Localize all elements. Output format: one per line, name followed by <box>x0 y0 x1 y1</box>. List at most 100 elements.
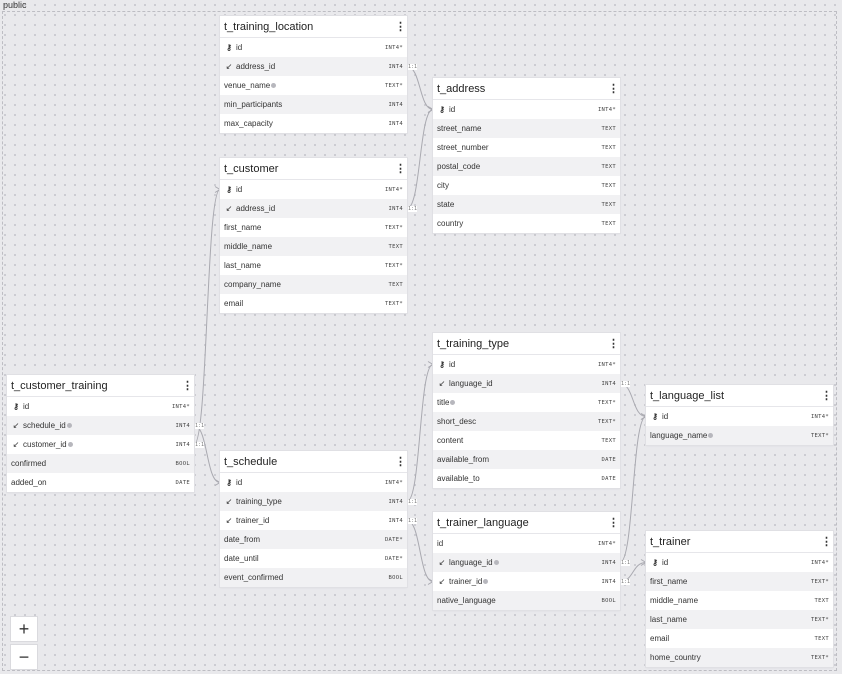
table-header[interactable]: t_language_list ⋮ <box>646 385 833 407</box>
column-row[interactable]: ↙ language_id INT4 <box>433 553 620 572</box>
column-type: TEXT <box>601 201 616 208</box>
column-row[interactable]: confirmed BOOL <box>7 454 194 473</box>
column-row[interactable]: email TEXT* <box>220 294 407 313</box>
kebab-menu-icon[interactable]: ⋮ <box>608 337 619 350</box>
table-t-training-location[interactable]: t_training_location ⋮ ⚷ id INT4* ↙ address_id I… <box>220 16 407 133</box>
column-row[interactable]: added_on DATE <box>7 473 194 492</box>
table-header[interactable]: t_training_location ⋮ <box>220 16 407 38</box>
column-row[interactable]: ↙ language_id INT4 <box>433 374 620 393</box>
table-t-trainer[interactable]: t_trainer ⋮ ⚷ id INT4* first_name TEXT* middle_… <box>646 531 833 667</box>
comment-note-icon[interactable] <box>493 560 499 566</box>
column-name-cell: customer_id <box>23 440 176 449</box>
column-row[interactable]: venue_name TEXT* <box>220 76 407 95</box>
table-header[interactable]: t_training_type ⋮ <box>433 333 620 355</box>
kebab-menu-icon[interactable]: ⋮ <box>395 20 406 33</box>
column-row[interactable]: ↙ schedule_id INT4 <box>7 416 194 435</box>
column-name: short_desc <box>437 417 477 426</box>
key-icon: ⚷ <box>226 478 232 487</box>
column-row[interactable]: ⚷ id INT4* <box>433 355 620 374</box>
column-row[interactable]: title TEXT* <box>433 393 620 412</box>
column-row[interactable]: min_participants INT4 <box>220 95 407 114</box>
table-header[interactable]: t_customer_training ⋮ <box>7 375 194 397</box>
column-row[interactable]: available_to DATE <box>433 469 620 488</box>
comment-note-icon[interactable] <box>67 442 73 448</box>
column-name-cell: language_id <box>449 379 602 388</box>
column-row[interactable]: last_name TEXT* <box>220 256 407 275</box>
table-t-customer-training[interactable]: t_customer_training ⋮ ⚷ id INT4* ↙ schedule_id… <box>7 375 194 492</box>
table-header[interactable]: t_trainer_language ⋮ <box>433 512 620 534</box>
column-row[interactable]: city TEXT <box>433 176 620 195</box>
column-row[interactable]: home_country TEXT* <box>646 648 833 667</box>
column-row[interactable]: ⚷ id INT4* <box>433 100 620 119</box>
column-row[interactable]: short_desc TEXT* <box>433 412 620 431</box>
column-row[interactable]: ↙ trainer_id INT4 <box>220 511 407 530</box>
kebab-menu-icon[interactable]: ⋮ <box>395 455 406 468</box>
table-t-schedule[interactable]: t_schedule ⋮ ⚷ id INT4* ↙ training_type INT4 ↙ tr… <box>220 451 407 587</box>
table-t-training-type[interactable]: t_training_type ⋮ ⚷ id INT4* ↙ language_id INT4… <box>433 333 620 488</box>
column-row[interactable]: ⚷ id INT4* <box>646 407 833 426</box>
column-name-cell: date_until <box>224 554 385 563</box>
foreign-key-arrow-icon: ↙ <box>225 497 233 506</box>
column-row[interactable]: ⚷ id INT4* <box>220 473 407 492</box>
comment-note-icon[interactable] <box>450 400 456 406</box>
column-row[interactable]: last_name TEXT* <box>646 610 833 629</box>
zoom-in-button[interactable]: + <box>10 616 38 642</box>
table-header[interactable]: t_address ⋮ <box>433 78 620 100</box>
table-header[interactable]: t_schedule ⋮ <box>220 451 407 473</box>
column-row[interactable]: ↙ address_id INT4 <box>220 199 407 218</box>
column-row[interactable]: language_name TEXT* <box>646 426 833 445</box>
column-row[interactable]: street_name TEXT <box>433 119 620 138</box>
table-header[interactable]: t_customer ⋮ <box>220 158 407 180</box>
column-row[interactable]: middle_name TEXT <box>220 237 407 256</box>
column-name: middle_name <box>650 596 699 605</box>
table-name: t_schedule <box>224 455 278 468</box>
table-header[interactable]: t_trainer ⋮ <box>646 531 833 553</box>
table-t-customer[interactable]: t_customer ⋮ ⚷ id INT4* ↙ address_id INT4 first_… <box>220 158 407 313</box>
column-row[interactable]: ↙ trainer_id INT4 <box>433 572 620 591</box>
column-row[interactable]: first_name TEXT* <box>646 572 833 591</box>
kebab-menu-icon[interactable]: ⋮ <box>821 535 832 548</box>
column-row[interactable]: email TEXT <box>646 629 833 648</box>
zoom-out-button[interactable]: − <box>10 644 38 670</box>
column-row[interactable]: postal_code TEXT <box>433 157 620 176</box>
column-name: city <box>437 181 449 190</box>
column-row[interactable]: state TEXT <box>433 195 620 214</box>
column-row[interactable]: date_from DATE* <box>220 530 407 549</box>
column-row[interactable]: date_until DATE* <box>220 549 407 568</box>
column-row[interactable]: ⚷ id INT4* <box>7 397 194 416</box>
column-row[interactable]: ↙ address_id INT4 <box>220 57 407 76</box>
column-row[interactable]: middle_name TEXT <box>646 591 833 610</box>
column-name: event_confirmed <box>224 573 284 582</box>
column-type: TEXT <box>601 182 616 189</box>
table-t-language-list[interactable]: t_language_list ⋮ ⚷ id INT4* language_name TEX… <box>646 385 833 445</box>
kebab-menu-icon[interactable]: ⋮ <box>182 379 193 392</box>
column-row[interactable]: content TEXT <box>433 431 620 450</box>
kebab-menu-icon[interactable]: ⋮ <box>608 516 619 529</box>
column-row[interactable]: native_language BOOL <box>433 591 620 610</box>
column-row[interactable]: company_name TEXT <box>220 275 407 294</box>
column-row[interactable]: first_name TEXT* <box>220 218 407 237</box>
comment-note-icon[interactable] <box>271 83 277 89</box>
column-row[interactable]: id INT4* <box>433 534 620 553</box>
column-row[interactable]: available_from DATE <box>433 450 620 469</box>
column-name: min_participants <box>224 100 283 109</box>
table-t-trainer-language[interactable]: t_trainer_language ⋮ id INT4* ↙ language_id IN… <box>433 512 620 610</box>
table-t-address[interactable]: t_address ⋮ ⚷ id INT4* street_name TEXT street_… <box>433 78 620 233</box>
comment-note-icon[interactable] <box>66 423 72 429</box>
column-row[interactable]: ↙ training_type INT4 <box>220 492 407 511</box>
kebab-menu-icon[interactable]: ⋮ <box>821 389 832 402</box>
column-row[interactable]: street_number TEXT <box>433 138 620 157</box>
kebab-menu-icon[interactable]: ⋮ <box>395 162 406 175</box>
comment-note-icon[interactable] <box>483 579 489 585</box>
column-row[interactable]: event_confirmed BOOL <box>220 568 407 587</box>
column-row[interactable]: country TEXT <box>433 214 620 233</box>
kebab-menu-icon[interactable]: ⋮ <box>608 82 619 95</box>
comment-note-icon[interactable] <box>708 433 714 439</box>
column-row[interactable]: ⚷ id INT4* <box>220 180 407 199</box>
column-type: TEXT* <box>810 616 829 623</box>
column-row[interactable]: ↙ customer_id INT4 <box>7 435 194 454</box>
column-row[interactable]: ⚷ id INT4* <box>646 553 833 572</box>
column-row[interactable]: max_capacity INT4 <box>220 114 407 133</box>
column-row[interactable]: ⚷ id INT4* <box>220 38 407 57</box>
column-name-cell: trainer_id <box>449 577 602 586</box>
